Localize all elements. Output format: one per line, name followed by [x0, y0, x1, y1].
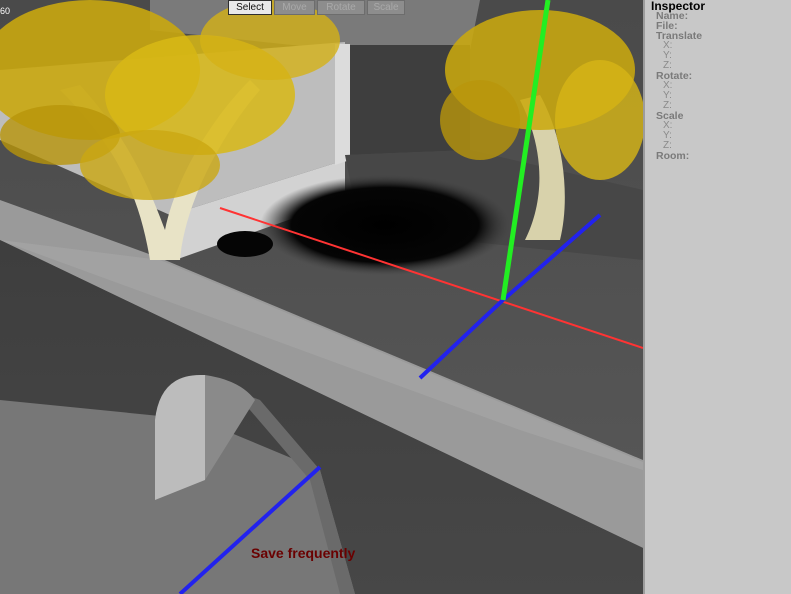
scene[interactable]: [0, 0, 643, 594]
rotate-label: Rotate:: [656, 70, 693, 82]
select-button[interactable]: Select: [228, 0, 272, 15]
save-hint: Save frequently: [251, 545, 356, 561]
transform-toolbar: Select Move Rotate Scale: [228, 0, 407, 15]
scale-button[interactable]: Scale: [367, 0, 405, 15]
move-button[interactable]: Move: [274, 0, 315, 15]
3d-viewport[interactable]: 60 Select Move Rotate Scale Save frequen…: [0, 0, 643, 594]
shadow-hole-small: [217, 231, 273, 257]
fps-counter: 60: [0, 6, 11, 16]
inspector-panel: Inspector Name: File: Translate X: Y: Z:…: [643, 0, 791, 594]
wall-pillar: [335, 44, 350, 165]
room-label: Room:: [656, 150, 690, 162]
shadow-hole: [260, 175, 510, 275]
rotate-button[interactable]: Rotate: [317, 0, 365, 15]
